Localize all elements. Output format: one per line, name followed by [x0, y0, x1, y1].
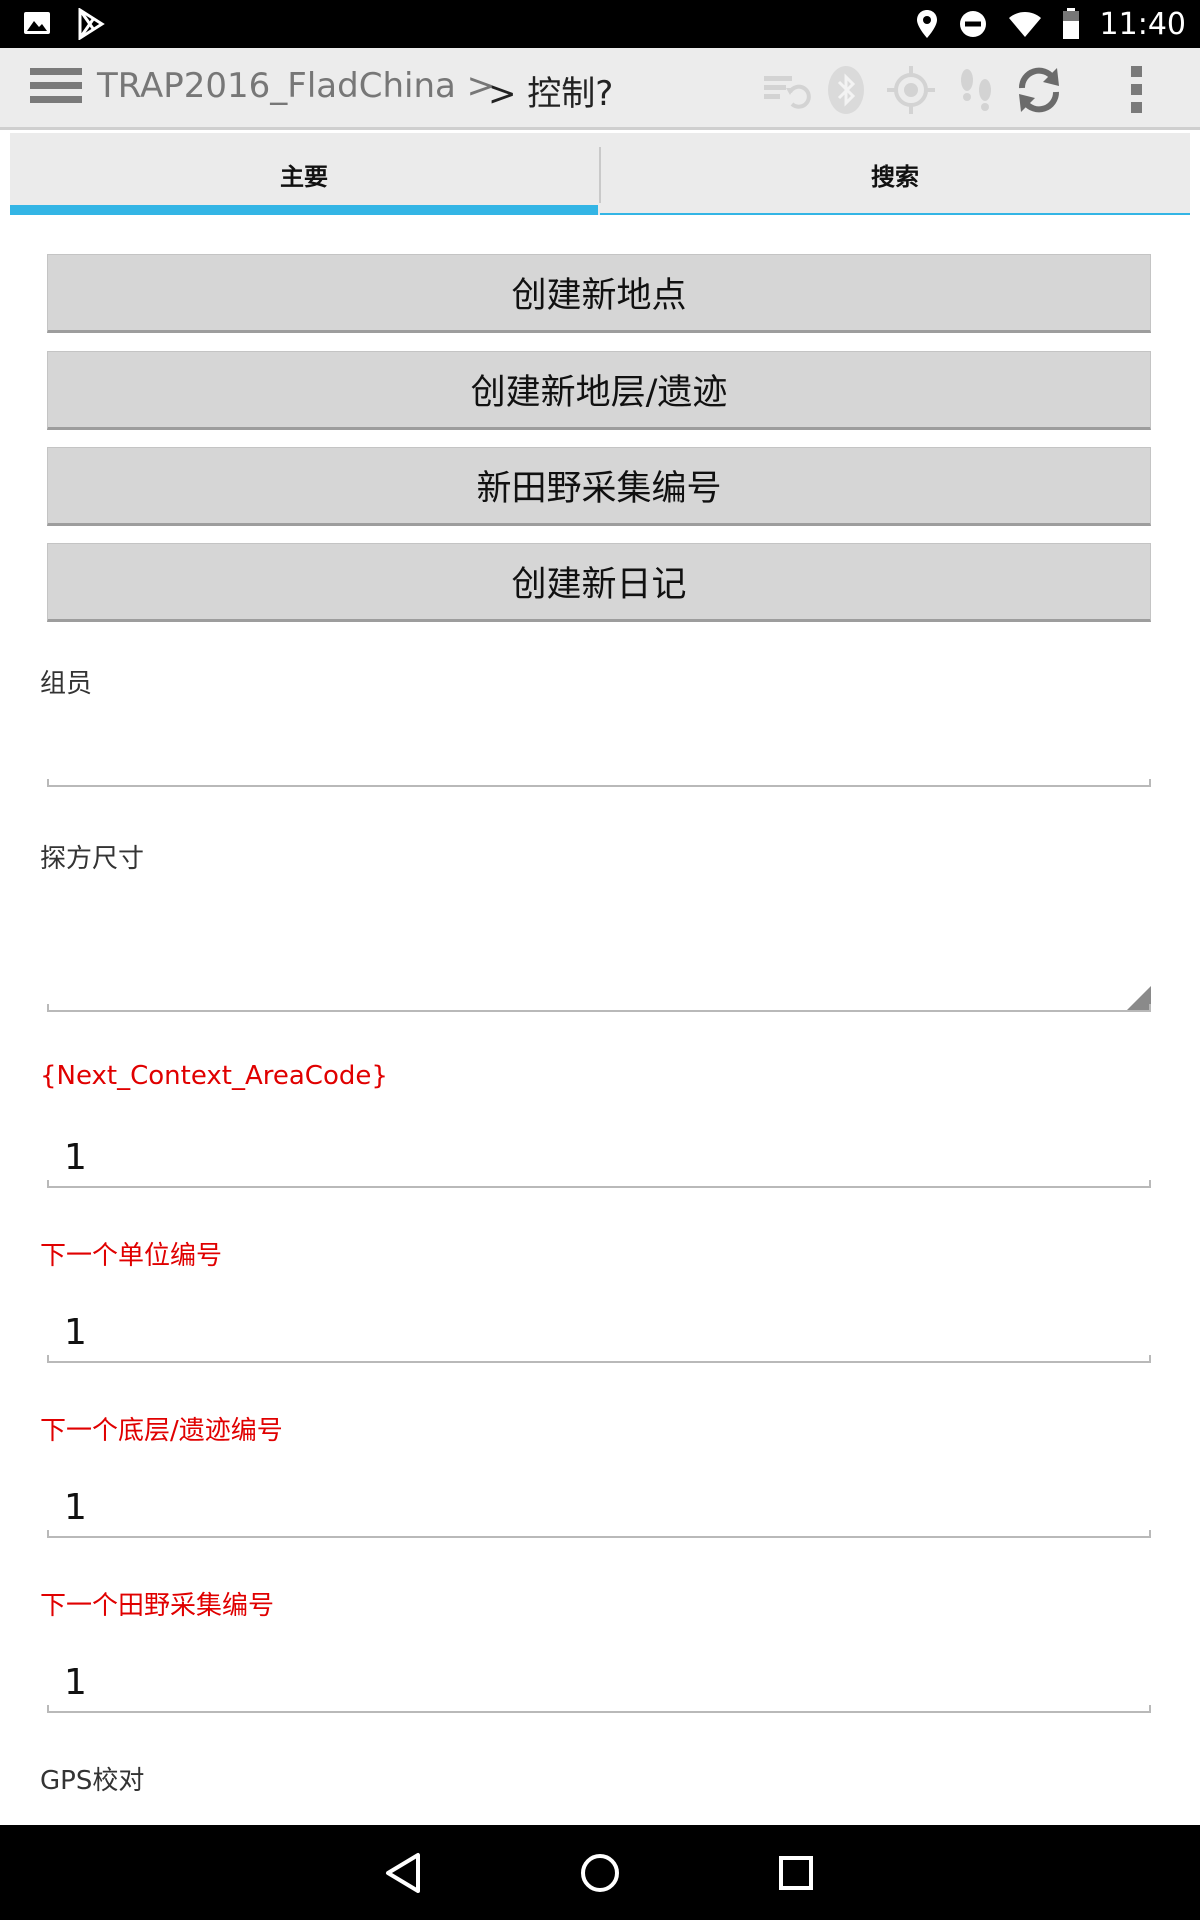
tab-search[interactable]: 搜索	[600, 133, 1190, 215]
refresh-icon[interactable]	[1013, 64, 1065, 116]
tab-active-indicator	[10, 205, 598, 215]
new-field-collection-number-button[interactable]: 新田野采集编号	[47, 447, 1151, 526]
breadcrumb-current: > 控制?	[488, 74, 614, 114]
main-content: 创建新地点 创建新地层/遗迹 新田野采集编号 创建新日记 组员 探方尺寸 {Ne…	[10, 215, 1190, 1825]
clock: 11:40	[1099, 6, 1186, 42]
hamburger-menu-icon[interactable]	[30, 68, 82, 110]
location-icon	[916, 9, 938, 39]
next-stratum-feature-number-value: 1	[64, 1487, 87, 1528]
wifi-icon	[1008, 10, 1042, 38]
do-not-disturb-icon	[958, 9, 988, 39]
tab-bar: 主要 搜索	[10, 133, 1190, 215]
action-bar: TRAP2016_FladChina > > 控制?	[0, 48, 1200, 130]
next-unit-number-value: 1	[64, 1312, 87, 1353]
overflow-menu-icon[interactable]	[1110, 64, 1162, 116]
next-context-area-code-label: {Next_Context_AreaCode}	[40, 1061, 388, 1091]
team-members-label: 组员	[40, 669, 93, 699]
tab-main[interactable]: 主要	[10, 133, 598, 215]
create-new-stratum-feature-button[interactable]: 创建新地层/遗迹	[47, 351, 1151, 430]
team-members-input[interactable]	[47, 705, 1151, 787]
next-unit-number-input[interactable]: 1	[47, 1275, 1151, 1363]
battery-icon	[1062, 8, 1080, 40]
recents-icon[interactable]	[770, 1847, 822, 1899]
breadcrumb-project[interactable]: TRAP2016_FladChina >	[97, 66, 495, 106]
next-field-collection-number-value: 1	[64, 1662, 87, 1703]
image-icon	[22, 8, 52, 40]
gps-calibration-label: GPS校对	[40, 1766, 145, 1796]
resize-handle-icon[interactable]	[1127, 986, 1151, 1010]
next-stratum-feature-number-input[interactable]: 1	[47, 1450, 1151, 1538]
navigation-bar	[0, 1825, 1200, 1920]
footsteps-icon[interactable]	[950, 64, 1002, 116]
back-icon[interactable]	[378, 1847, 430, 1899]
next-field-collection-number-input[interactable]: 1	[47, 1625, 1151, 1713]
gps-icon[interactable]	[885, 64, 937, 116]
next-field-collection-number-label: 下一个田野采集编号	[40, 1591, 275, 1621]
status-bar: 11:40	[0, 0, 1200, 48]
next-unit-number-label: 下一个单位编号	[40, 1241, 223, 1271]
next-context-area-code-value: 1	[64, 1137, 87, 1178]
create-new-place-button[interactable]: 创建新地点	[47, 254, 1151, 333]
create-new-diary-button[interactable]: 创建新日记	[47, 543, 1151, 622]
next-context-area-code-input[interactable]: 1	[47, 1100, 1151, 1188]
trench-size-label: 探方尺寸	[40, 844, 145, 874]
bluetooth-icon[interactable]	[820, 64, 872, 116]
trench-size-textarea[interactable]	[47, 882, 1151, 1012]
sync-status-icon[interactable]	[760, 64, 812, 116]
home-icon[interactable]	[574, 1847, 626, 1899]
next-stratum-feature-number-label: 下一个底层/遗迹编号	[40, 1416, 283, 1446]
play-store-icon	[76, 8, 106, 40]
